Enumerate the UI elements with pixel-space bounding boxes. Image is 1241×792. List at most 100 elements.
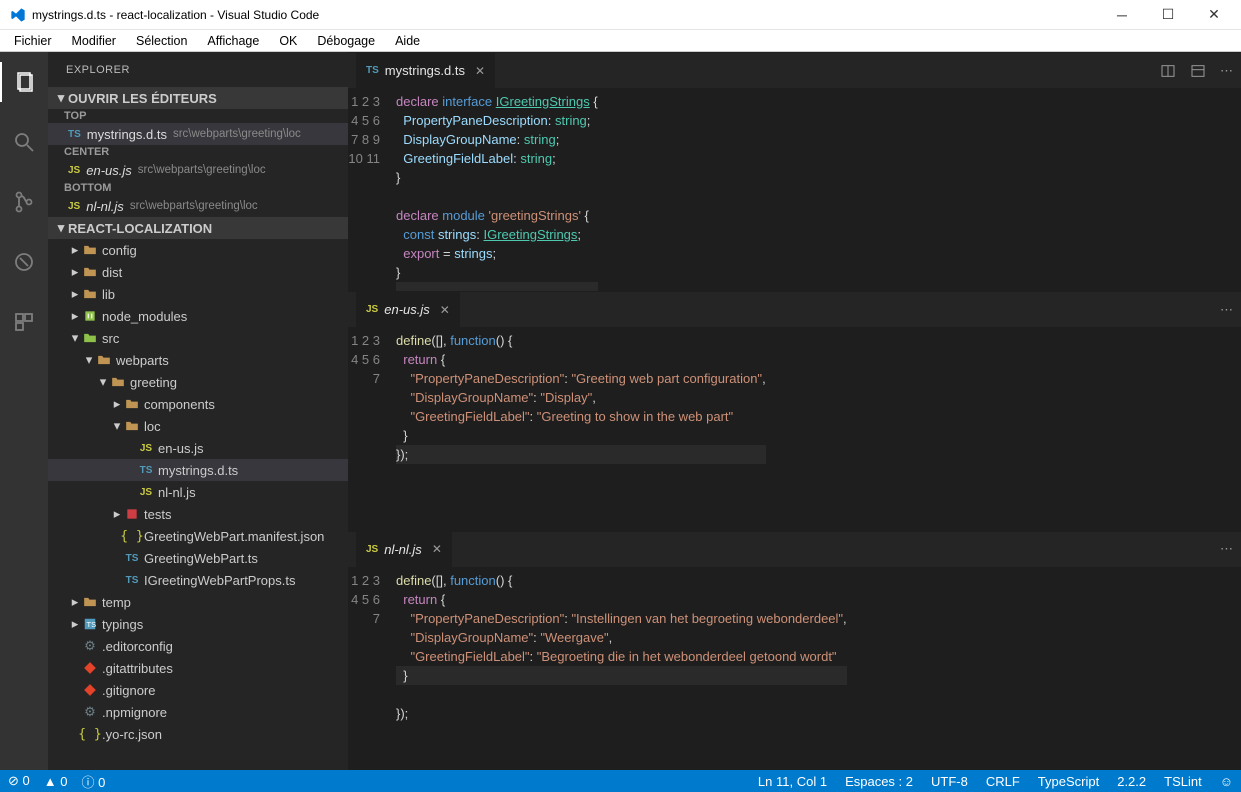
- window-titlebar: mystrings.d.ts - react-localization - Vi…: [0, 0, 1241, 30]
- menu-item[interactable]: Fichier: [4, 32, 62, 50]
- open-editor-item[interactable]: TS mystrings.d.ts src\webparts\greeting\…: [48, 123, 348, 145]
- status-tsversion[interactable]: 2.2.2: [1117, 774, 1146, 789]
- status-encoding[interactable]: UTF-8: [931, 774, 968, 789]
- status-errors[interactable]: ⊘ 0: [8, 773, 30, 789]
- open-editors-list: TOPTS mystrings.d.ts src\webparts\greeti…: [48, 109, 348, 217]
- project-header[interactable]: ▾ REACT-LOCALIZATION: [48, 217, 348, 239]
- tree-folder[interactable]: ▾ greeting: [48, 371, 348, 393]
- file-icon: [82, 287, 98, 301]
- scm-activity-icon[interactable]: [0, 182, 48, 222]
- tree-folder[interactable]: ▸ config: [48, 239, 348, 261]
- open-editor-item[interactable]: JS nl-nl.js src\webparts\greeting\loc: [48, 195, 348, 217]
- tree-file[interactable]: JS en-us.js: [48, 437, 348, 459]
- tab-actions: ⋯: [1160, 63, 1233, 79]
- tree-file[interactable]: TS mystrings.d.ts: [48, 459, 348, 481]
- tree-file[interactable]: ⚙ .editorconfig: [48, 635, 348, 657]
- file-type-icon: JS: [68, 165, 80, 176]
- debug-activity-icon[interactable]: [0, 242, 48, 282]
- tree-folder[interactable]: ▸ dist: [48, 261, 348, 283]
- editor-group: JS nl-nl.js ✕ ⋯ 1 2 3 4 5 6 7 define([],…: [348, 531, 1241, 770]
- file-icon: [82, 331, 98, 345]
- code-editor[interactable]: 1 2 3 4 5 6 7 define([], function() { re…: [348, 327, 1241, 530]
- close-icon[interactable]: ✕: [475, 64, 485, 78]
- tree-file[interactable]: .gitignore: [48, 679, 348, 701]
- explorer-activity-icon[interactable]: [0, 62, 48, 102]
- tree-file[interactable]: { } GreetingWebPart.manifest.json: [48, 525, 348, 547]
- maximize-button[interactable]: ☐: [1145, 0, 1191, 30]
- tree-item-label: node_modules: [102, 309, 187, 324]
- twistie-icon: ▸: [68, 594, 82, 610]
- tree-folder[interactable]: ▾ webparts: [48, 349, 348, 371]
- project-label: REACT-LOCALIZATION: [68, 221, 212, 236]
- editor-group-label: CENTER: [48, 145, 348, 159]
- tree-file[interactable]: TS GreetingWebPart.ts: [48, 547, 348, 569]
- search-activity-icon[interactable]: [0, 122, 48, 162]
- menu-item[interactable]: Aide: [385, 32, 430, 50]
- status-language[interactable]: TypeScript: [1038, 774, 1099, 789]
- tree-folder[interactable]: ▸ tests: [48, 503, 348, 525]
- tree-folder[interactable]: ▾ loc: [48, 415, 348, 437]
- close-icon[interactable]: ✕: [432, 542, 442, 556]
- tree-folder[interactable]: ▾ src: [48, 327, 348, 349]
- editor-tab[interactable]: JS en-us.js ✕: [356, 292, 460, 327]
- feedback-icon[interactable]: ☺: [1220, 774, 1233, 789]
- tree-file[interactable]: TS IGreetingWebPartProps.ts: [48, 569, 348, 591]
- status-eol[interactable]: CRLF: [986, 774, 1020, 789]
- status-lint[interactable]: TSLint: [1164, 774, 1202, 789]
- vscode-logo-icon: [10, 7, 26, 23]
- tree-item-label: loc: [144, 419, 161, 434]
- file-icon: [110, 375, 126, 389]
- more-icon[interactable]: ⋯: [1220, 63, 1233, 79]
- tree-folder[interactable]: ▸ lib: [48, 283, 348, 305]
- twistie-icon: ▸: [68, 242, 82, 258]
- more-icon[interactable]: ⋯: [1220, 541, 1233, 557]
- close-button[interactable]: ✕: [1191, 0, 1237, 30]
- file-icon: ⚙: [82, 638, 98, 654]
- open-editors-header[interactable]: ▾ OUVRIR LES ÉDITEURS: [48, 87, 348, 109]
- tree-file[interactable]: ⚙ .npmignore: [48, 701, 348, 723]
- file-icon: [82, 661, 98, 675]
- status-info[interactable]: ⓘ 0: [81, 772, 105, 791]
- tree-file[interactable]: { } .yo-rc.json: [48, 723, 348, 745]
- layout-icon[interactable]: [1190, 63, 1206, 79]
- tree-item-label: greeting: [130, 375, 177, 390]
- tree-folder[interactable]: ▸ TS typings: [48, 613, 348, 635]
- tree-file[interactable]: JS nl-nl.js: [48, 481, 348, 503]
- menu-item[interactable]: OK: [269, 32, 307, 50]
- menu-item[interactable]: Affichage: [197, 32, 269, 50]
- file-icon: [82, 309, 98, 323]
- status-warnings[interactable]: ▲ 0: [44, 774, 68, 789]
- twistie-icon: ▸: [68, 264, 82, 280]
- open-editor-path: src\webparts\greeting\loc: [138, 164, 266, 176]
- menu-item[interactable]: Sélection: [126, 32, 197, 50]
- tree-file[interactable]: .gitattributes: [48, 657, 348, 679]
- tree-item-label: temp: [102, 595, 131, 610]
- tree-folder[interactable]: ▸ components: [48, 393, 348, 415]
- more-icon[interactable]: ⋯: [1220, 302, 1233, 318]
- open-editor-item[interactable]: JS en-us.js src\webparts\greeting\loc: [48, 159, 348, 181]
- twistie-icon: ▸: [68, 616, 82, 632]
- close-icon[interactable]: ✕: [440, 303, 450, 317]
- editor-tab[interactable]: JS nl-nl.js ✕: [356, 532, 452, 567]
- code-editor[interactable]: 1 2 3 4 5 6 7 define([], function() { re…: [348, 567, 1241, 770]
- code-lines: declare interface IGreetingStrings { Pro…: [396, 88, 598, 291]
- editor-tab[interactable]: TS mystrings.d.ts ✕: [356, 53, 495, 88]
- activity-bar: [0, 52, 48, 770]
- tree-item-label: nl-nl.js: [158, 485, 196, 500]
- tree-folder[interactable]: ▸ temp: [48, 591, 348, 613]
- code-editor[interactable]: 1 2 3 4 5 6 7 8 9 10 11 declare interfac…: [348, 88, 1241, 291]
- status-indent[interactable]: Espaces : 2: [845, 774, 913, 789]
- file-icon: TS: [124, 553, 140, 564]
- menu-item[interactable]: Débogage: [307, 32, 385, 50]
- workbench: EXPLORER ▾ OUVRIR LES ÉDITEURS TOPTS mys…: [0, 52, 1241, 770]
- menu-item[interactable]: Modifier: [62, 32, 126, 50]
- file-icon: JS: [138, 443, 154, 454]
- split-editor-icon[interactable]: [1160, 63, 1176, 79]
- minimize-button[interactable]: ─: [1099, 0, 1145, 30]
- status-cursor[interactable]: Ln 11, Col 1: [758, 774, 827, 789]
- file-icon: [82, 595, 98, 609]
- tab-filename: mystrings.d.ts: [385, 63, 465, 78]
- tree-item-label: .yo-rc.json: [102, 727, 162, 742]
- tree-folder[interactable]: ▸ node_modules: [48, 305, 348, 327]
- extensions-activity-icon[interactable]: [0, 302, 48, 342]
